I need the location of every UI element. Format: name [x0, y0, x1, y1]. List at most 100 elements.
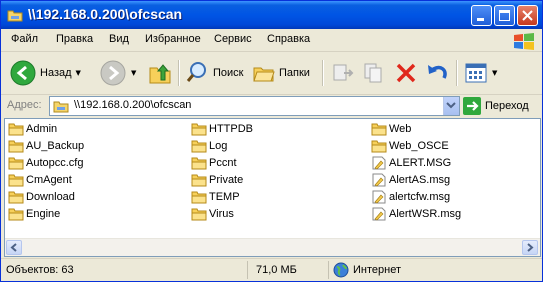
- folder-item[interactable]: Engine: [8, 206, 60, 222]
- menu-favorites[interactable]: Избранное: [145, 33, 201, 45]
- address-dropdown-button[interactable]: [443, 97, 459, 115]
- folder-icon: [191, 208, 207, 221]
- item-name: Private: [209, 174, 244, 186]
- item-name: Autopcc.cfg: [26, 157, 84, 169]
- explorer-window: \\192.168.0.200\ofcscan Файл Правка Вид …: [0, 0, 543, 282]
- back-label: Назад: [40, 67, 72, 79]
- folder-item[interactable]: HTTPDB: [191, 121, 253, 137]
- chevron-down-icon: [446, 102, 456, 109]
- item-name: Admin: [26, 123, 58, 135]
- search-icon: [186, 62, 206, 82]
- window-title: \\192.168.0.200\ofcscan: [28, 6, 183, 22]
- item-name: CmAgent: [26, 174, 72, 186]
- back-arrow-icon: [10, 60, 36, 86]
- item-name: Engine: [26, 208, 61, 220]
- network-folder-icon: [53, 101, 69, 113]
- folder-item[interactable]: CmAgent: [8, 172, 72, 188]
- horizontal-scrollbar[interactable]: [5, 238, 540, 256]
- folder-item[interactable]: Download: [8, 189, 75, 205]
- up-folder-icon: [149, 64, 171, 84]
- maximize-button[interactable]: [494, 5, 515, 26]
- folder-item[interactable]: Pccnt: [191, 155, 237, 171]
- back-dropdown-icon[interactable]: ▼: [76, 69, 81, 77]
- item-name: TEMP: [209, 191, 240, 203]
- folder-icon: [191, 140, 207, 153]
- scroll-right-button[interactable]: [522, 240, 538, 255]
- folders-icon: [253, 67, 275, 82]
- file-item[interactable]: ALERT.MSG: [371, 155, 451, 171]
- status-size: 71,0 МБ: [256, 264, 297, 276]
- menu-tools[interactable]: Сервис: [214, 33, 252, 45]
- folder-item[interactable]: Web_OSCE: [371, 138, 449, 154]
- search-button[interactable]: Поиск: [186, 57, 243, 89]
- go-label: Переход: [485, 100, 529, 112]
- item-name: Log: [209, 140, 228, 152]
- undo-button[interactable]: [424, 57, 450, 89]
- address-label: Адрес:: [7, 99, 42, 111]
- folder-icon: [191, 123, 207, 136]
- message-file-icon: [372, 207, 386, 221]
- folder-item[interactable]: Admin: [8, 121, 57, 137]
- message-file-icon: [372, 173, 386, 187]
- folder-icon: [371, 123, 387, 136]
- status-size-cell: 71,0 МБ: [248, 261, 329, 279]
- go-button[interactable]: Переход: [463, 97, 529, 115]
- file-list-pane[interactable]: Admin AU_Backup Autopcc.cfg CmAgent Download…: [4, 118, 541, 257]
- address-input[interactable]: \\192.168.0.200\ofcscan: [49, 96, 460, 116]
- undo-icon: [428, 65, 447, 79]
- windows-logo-icon: [514, 33, 534, 50]
- folder-item[interactable]: Virus: [191, 206, 234, 222]
- folder-item[interactable]: Log: [191, 138, 227, 154]
- folder-item[interactable]: Private: [191, 172, 243, 188]
- copy-to-icon: [364, 63, 382, 83]
- item-name: AU_Backup: [26, 140, 85, 152]
- menu-help[interactable]: Справка: [267, 33, 310, 45]
- folder-item[interactable]: Autopcc.cfg: [8, 155, 83, 171]
- views-button[interactable]: ▼: [464, 57, 497, 89]
- forward-dropdown-icon[interactable]: ▼: [131, 69, 136, 77]
- folder-item[interactable]: Web: [371, 121, 411, 137]
- title-bar[interactable]: \\192.168.0.200\ofcscan: [1, 1, 542, 29]
- folder-item[interactable]: TEMP: [191, 189, 240, 205]
- menu-edit[interactable]: Правка: [56, 33, 93, 45]
- forward-button[interactable]: ▼: [99, 57, 136, 89]
- scroll-left-button[interactable]: [6, 240, 22, 255]
- maximize-icon: [499, 10, 510, 21]
- chevron-left-icon: [10, 243, 17, 252]
- folders-label: Папки: [279, 67, 310, 79]
- views-dropdown-icon[interactable]: ▼: [492, 69, 497, 77]
- file-item[interactable]: AlertAS.msg: [371, 172, 450, 188]
- menu-view[interactable]: Вид: [109, 33, 129, 45]
- minimize-icon: [477, 18, 484, 21]
- menu-bar: Файл Правка Вид Избранное Сервис Справка: [1, 29, 542, 52]
- file-item[interactable]: AlertWSR.msg: [371, 206, 461, 222]
- status-bar: Объектов: 63 71,0 МБ Интернет: [1, 258, 542, 281]
- copy-to-button[interactable]: [361, 57, 387, 89]
- move-to-icon: [333, 64, 354, 81]
- item-name: Web: [389, 123, 412, 135]
- move-to-button[interactable]: [330, 57, 356, 89]
- back-button[interactable]: Назад ▼: [9, 57, 81, 89]
- item-name: Web_OSCE: [389, 140, 449, 152]
- folder-icon: [191, 191, 207, 204]
- go-arrow-icon: [463, 97, 481, 115]
- folder-icon: [8, 191, 24, 204]
- message-file-icon: [372, 156, 386, 170]
- minimize-button[interactable]: [471, 5, 492, 26]
- item-name: ALERT.MSG: [389, 157, 452, 169]
- status-zone-cell: Интернет: [329, 261, 541, 279]
- status-objects-cell: Объектов: 63: [1, 261, 248, 279]
- delete-button[interactable]: [393, 57, 419, 89]
- file-item[interactable]: alertcfw.msg: [371, 189, 450, 205]
- folder-icon: [371, 140, 387, 153]
- folder-icon: [191, 174, 207, 187]
- folders-button[interactable]: Папки: [252, 57, 310, 89]
- search-label: Поиск: [213, 67, 244, 79]
- folder-item[interactable]: AU_Backup: [8, 138, 84, 154]
- internet-globe-icon: [333, 262, 349, 278]
- close-button[interactable]: [517, 5, 538, 26]
- item-name: HTTPDB: [209, 123, 253, 135]
- up-folder-button[interactable]: [147, 57, 173, 89]
- menu-file[interactable]: Файл: [11, 33, 38, 45]
- folder-icon: [8, 140, 24, 153]
